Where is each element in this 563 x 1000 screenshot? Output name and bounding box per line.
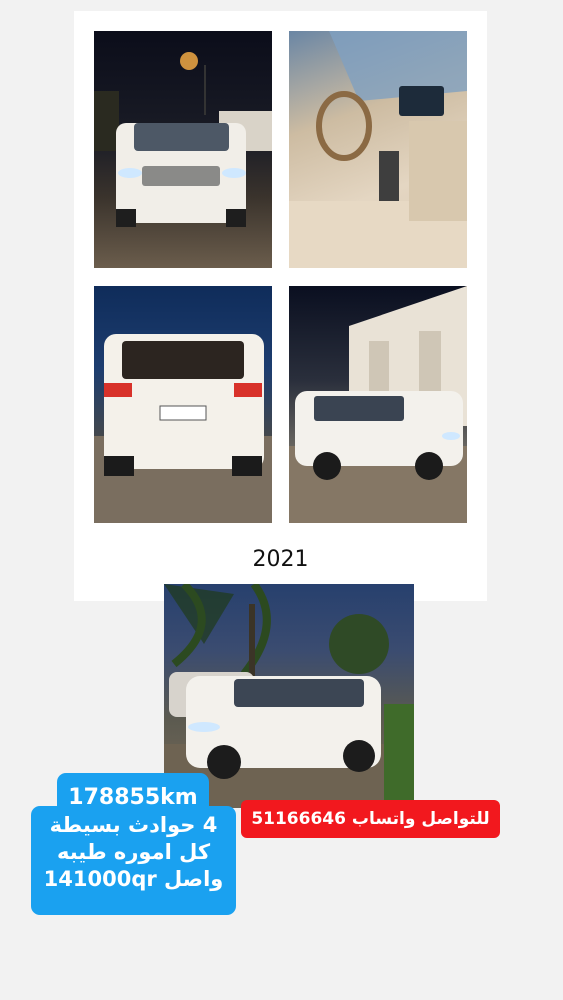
photo-rear[interactable] <box>94 286 272 523</box>
details-badge: 4 حوادث بسيطة كل اموره طيبه واصل 141000q… <box>31 806 236 915</box>
photo-front-night[interactable] <box>94 31 272 268</box>
year-label: 2021 <box>252 547 309 572</box>
photo-interior[interactable] <box>289 31 467 268</box>
car-rear-illustration <box>94 334 272 523</box>
photo-side-palace[interactable] <box>289 286 467 523</box>
photo-collage: 2021 <box>74 11 487 601</box>
car-front-illustration <box>94 52 272 227</box>
accidents-text: 4 حوادث بسيطة <box>49 813 218 837</box>
car-side-illustration <box>289 286 467 523</box>
contact-badge[interactable]: للتواصل واتساب 51166646 <box>241 800 500 838</box>
interior-illustration <box>289 31 467 268</box>
condition-text: كل اموره طيبه <box>56 839 211 864</box>
price-text: واصل 141000qr <box>43 866 224 891</box>
